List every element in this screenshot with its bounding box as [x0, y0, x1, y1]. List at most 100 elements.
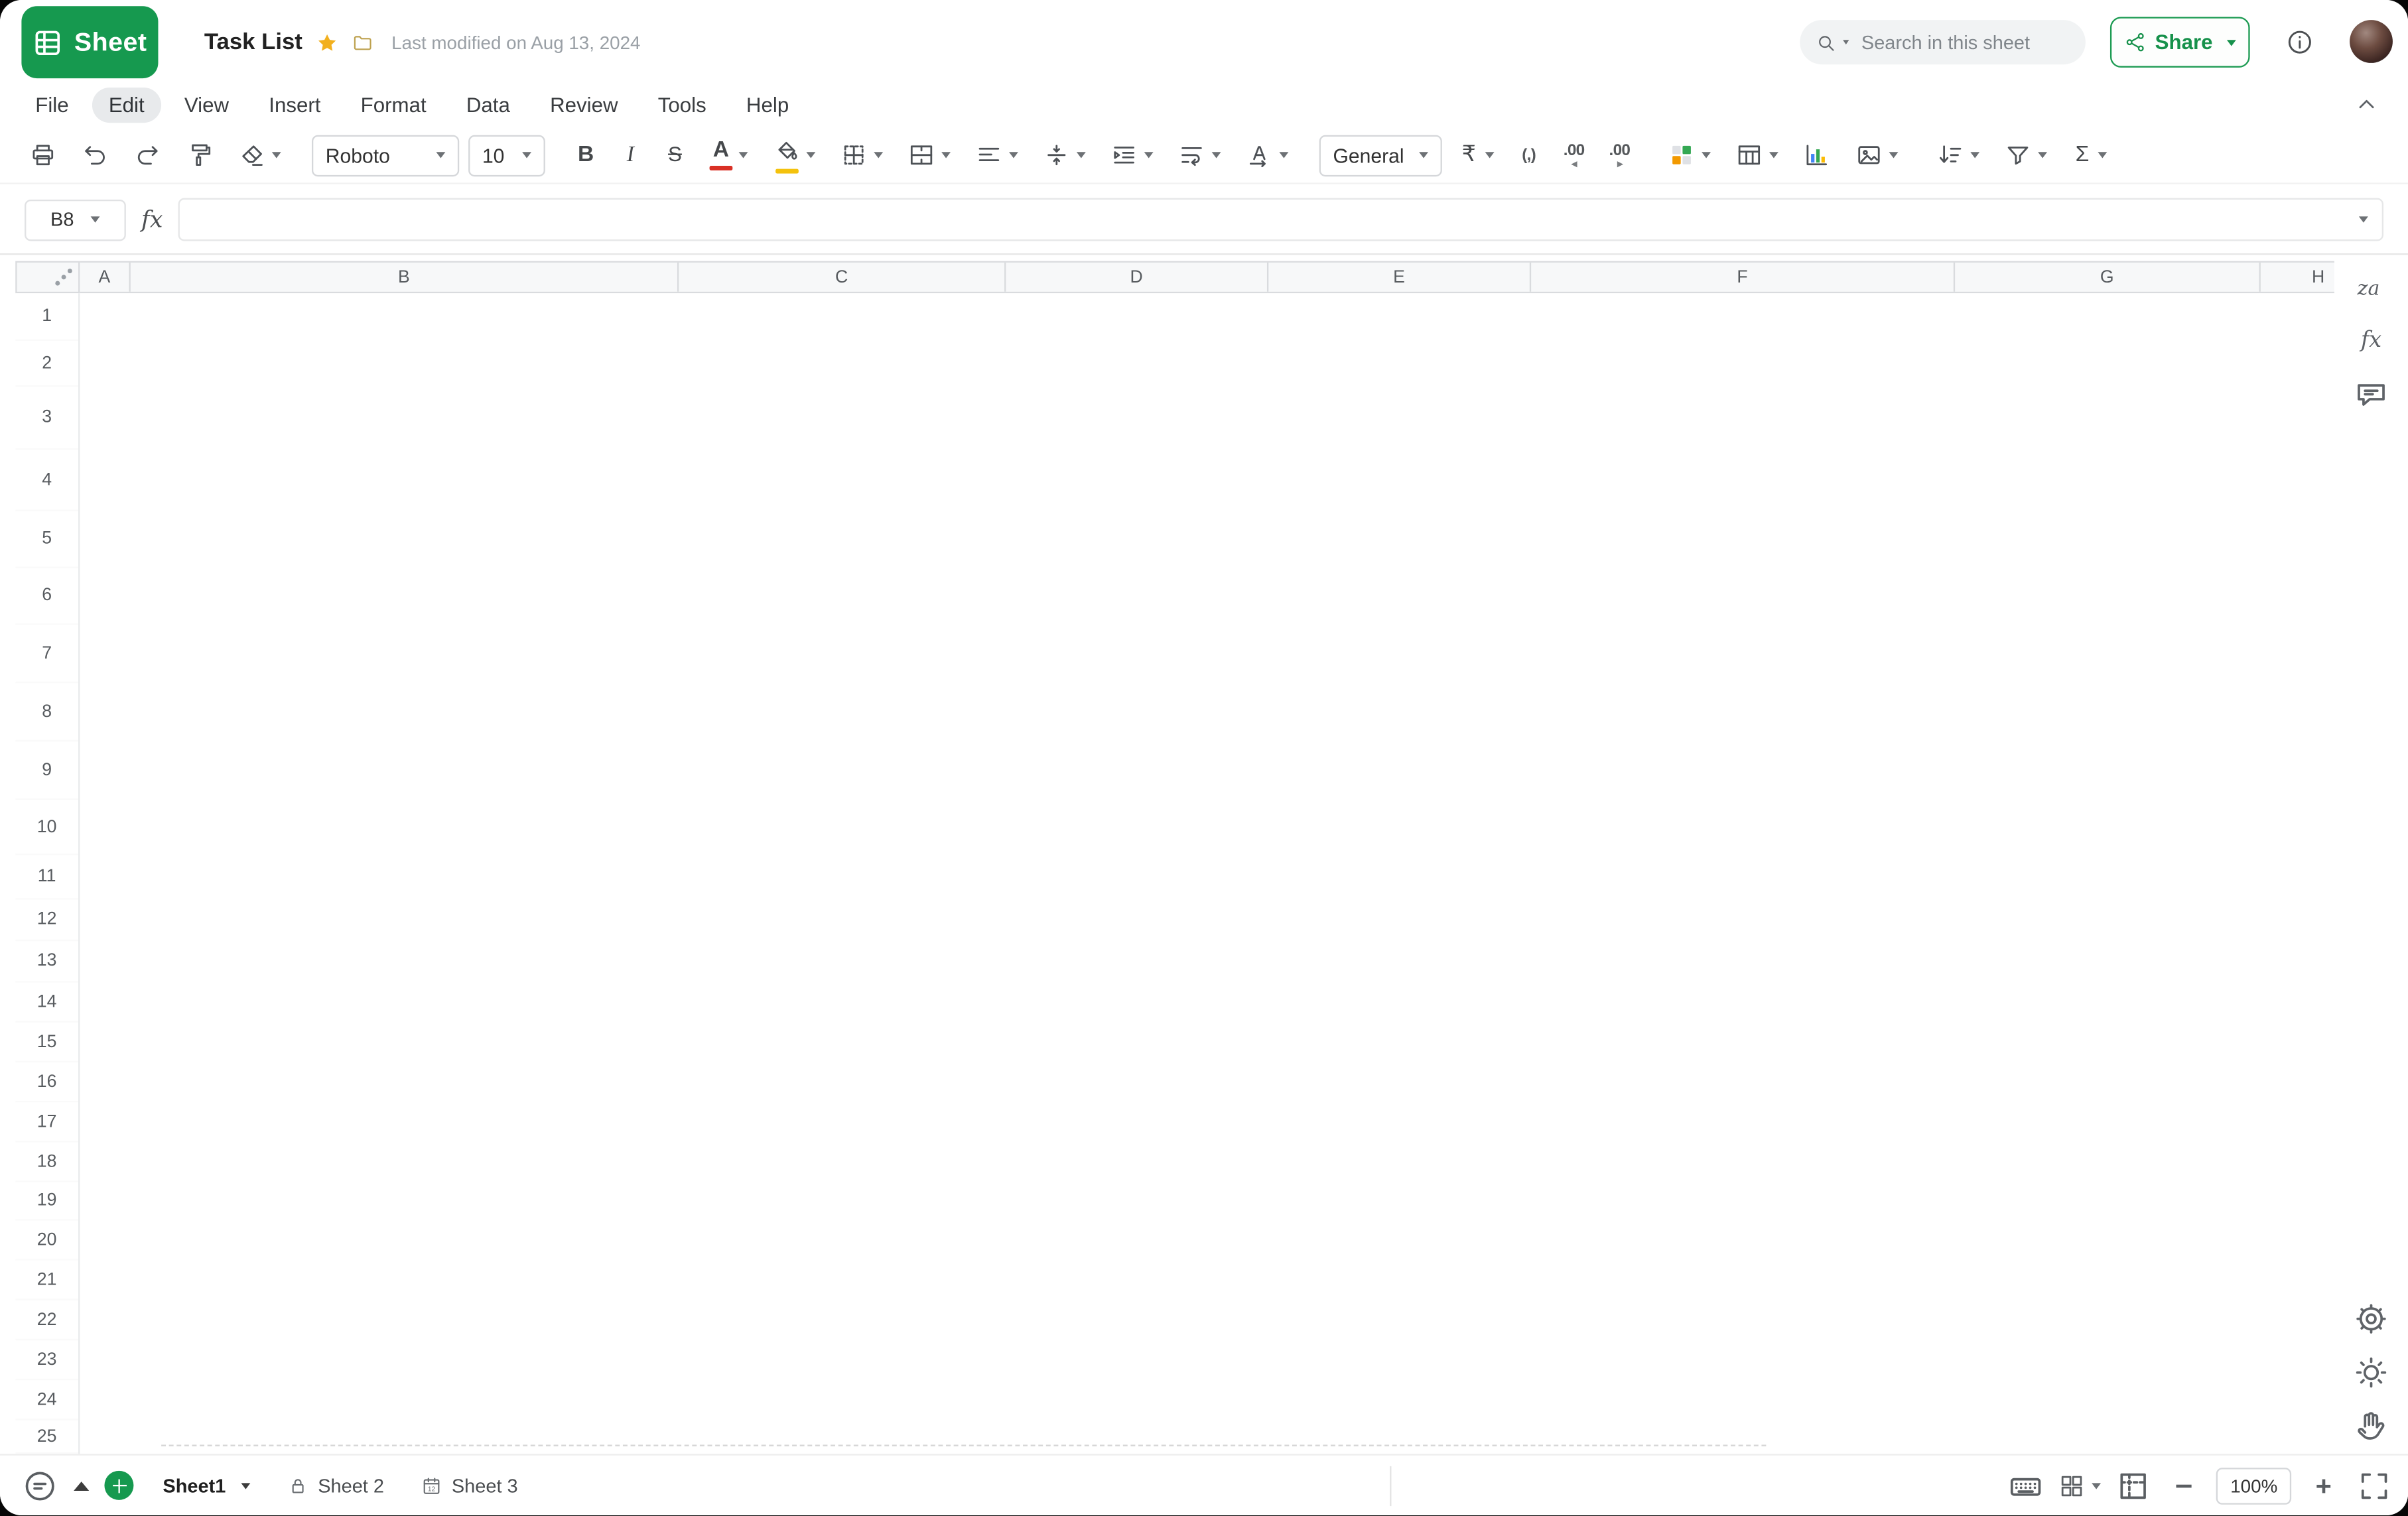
conditional-format-button[interactable]: [1661, 133, 1719, 176]
column-header-B[interactable]: B: [131, 263, 679, 292]
sheet-tab-sheet2[interactable]: Sheet 2: [273, 1467, 398, 1504]
column-header-E[interactable]: E: [1268, 263, 1531, 292]
filter-button[interactable]: [1997, 133, 2056, 176]
row-header-25[interactable]: 25: [15, 1420, 78, 1454]
redo-button[interactable]: [126, 133, 169, 176]
zoom-level-select[interactable]: 100%: [2216, 1468, 2291, 1505]
insert-table-button[interactable]: [1728, 133, 1786, 176]
comma-format-button[interactable]: (,): [1511, 133, 1546, 176]
text-color-button[interactable]: A: [702, 133, 756, 176]
share-button[interactable]: Share: [2110, 17, 2250, 67]
sheet-view-icon[interactable]: [2115, 1468, 2153, 1505]
column-header-D[interactable]: D: [1006, 263, 1268, 292]
formula-input[interactable]: [194, 208, 2353, 231]
menu-file[interactable]: File: [19, 88, 86, 123]
menu-insert[interactable]: Insert: [252, 88, 338, 123]
sort-button[interactable]: [1930, 133, 1988, 176]
add-sheet-button[interactable]: [104, 1471, 133, 1500]
functions-button[interactable]: Σ: [2064, 133, 2115, 176]
column-header-A[interactable]: A: [80, 263, 130, 292]
select-all-corner[interactable]: [15, 261, 80, 294]
text-rotation-button[interactable]: [1238, 133, 1296, 176]
folder-icon[interactable]: [352, 31, 373, 52]
view-mode-button[interactable]: [2058, 1472, 2102, 1500]
zoom-in-button[interactable]: [2305, 1468, 2342, 1505]
search-input[interactable]: [1861, 31, 2070, 52]
menu-data[interactable]: Data: [449, 88, 527, 123]
number-format-dropdown[interactable]: General: [1319, 135, 1442, 176]
row-header-20[interactable]: 20: [15, 1221, 78, 1261]
row-header-22[interactable]: 22: [15, 1300, 78, 1340]
format-painter-button[interactable]: [178, 133, 222, 176]
print-button[interactable]: [21, 133, 64, 176]
fullscreen-icon[interactable]: [2356, 1468, 2393, 1505]
keyboard-shortcuts-icon[interactable]: [2008, 1468, 2045, 1505]
row-header-11[interactable]: 11: [15, 855, 78, 900]
favorite-star-icon[interactable]: [316, 31, 338, 52]
row-header-1[interactable]: 1: [15, 293, 78, 341]
bold-button[interactable]: B: [569, 133, 604, 176]
row-header-4[interactable]: 4: [15, 450, 78, 511]
zia-assistant-icon[interactable]: za: [2353, 269, 2390, 306]
row-header-17[interactable]: 17: [15, 1102, 78, 1142]
row-header-19[interactable]: 19: [15, 1182, 78, 1221]
increase-decimal-button[interactable]: .00: [1601, 133, 1638, 176]
column-header-F[interactable]: F: [1531, 263, 1955, 292]
row-header-16[interactable]: 16: [15, 1062, 78, 1102]
font-size-dropdown[interactable]: 10: [468, 135, 545, 176]
menu-review[interactable]: Review: [533, 88, 635, 123]
italic-button[interactable]: I: [613, 133, 648, 176]
horizontal-align-button[interactable]: [968, 133, 1026, 176]
sheet-list-toggle-icon[interactable]: [74, 1481, 89, 1490]
name-box[interactable]: B8: [25, 199, 126, 241]
feedback-icon[interactable]: [2353, 1408, 2390, 1445]
row-header-23[interactable]: 23: [15, 1340, 78, 1380]
collapse-toolbar-icon[interactable]: [2353, 91, 2381, 119]
decrease-decimal-button[interactable]: .00: [1556, 133, 1592, 176]
currency-format-button[interactable]: ₹: [1451, 133, 1502, 176]
row-header-8[interactable]: 8: [15, 683, 78, 741]
menu-edit[interactable]: Edit: [92, 88, 161, 123]
undo-button[interactable]: [74, 133, 117, 176]
clear-format-button[interactable]: [230, 133, 289, 176]
menu-format[interactable]: Format: [344, 88, 443, 123]
vertical-align-button[interactable]: [1035, 133, 1093, 176]
row-header-6[interactable]: 6: [15, 568, 78, 625]
user-avatar[interactable]: [2350, 20, 2393, 63]
app-logo[interactable]: Sheet: [21, 6, 158, 78]
formula-expand-caret-icon[interactable]: [2359, 216, 2368, 222]
column-header-C[interactable]: C: [679, 263, 1006, 292]
row-header-21[interactable]: 21: [15, 1261, 78, 1300]
row-header-18[interactable]: 18: [15, 1142, 78, 1182]
insert-image-button[interactable]: [1848, 133, 1906, 176]
row-header-10[interactable]: 10: [15, 800, 78, 855]
insert-chart-button[interactable]: [1796, 133, 1839, 176]
borders-button[interactable]: [833, 133, 891, 176]
row-header-9[interactable]: 9: [15, 741, 78, 800]
menu-tools[interactable]: Tools: [641, 88, 723, 123]
search-box[interactable]: [1800, 20, 2086, 64]
row-header-2[interactable]: 2: [15, 341, 78, 387]
row-header-15[interactable]: 15: [15, 1023, 78, 1062]
sheet-tab-sheet3[interactable]: 12Sheet 3: [407, 1467, 532, 1504]
row-header-5[interactable]: 5: [15, 511, 78, 568]
menu-help[interactable]: Help: [729, 88, 805, 123]
font-family-dropdown[interactable]: Roboto: [312, 135, 459, 176]
theme-icon[interactable]: [2353, 1354, 2390, 1391]
sheet-tab-sheet1[interactable]: Sheet1: [149, 1467, 265, 1504]
row-header-13[interactable]: 13: [15, 941, 78, 983]
merge-cells-button[interactable]: [900, 133, 959, 176]
search-options-caret-icon[interactable]: [1843, 40, 1849, 44]
comments-panel-icon[interactable]: [2353, 376, 2390, 413]
zoom-out-button[interactable]: [2166, 1468, 2203, 1505]
cells-area[interactable]: [80, 293, 2334, 1454]
row-header-12[interactable]: 12: [15, 900, 78, 942]
row-header-3[interactable]: 3: [15, 387, 78, 450]
document-title[interactable]: Task List: [204, 29, 302, 55]
fill-color-button[interactable]: [765, 133, 823, 176]
row-header-14[interactable]: 14: [15, 983, 78, 1023]
menu-view[interactable]: View: [167, 88, 245, 123]
row-header-24[interactable]: 24: [15, 1380, 78, 1420]
strikethrough-button[interactable]: S: [657, 133, 693, 176]
indent-button[interactable]: [1103, 133, 1161, 176]
